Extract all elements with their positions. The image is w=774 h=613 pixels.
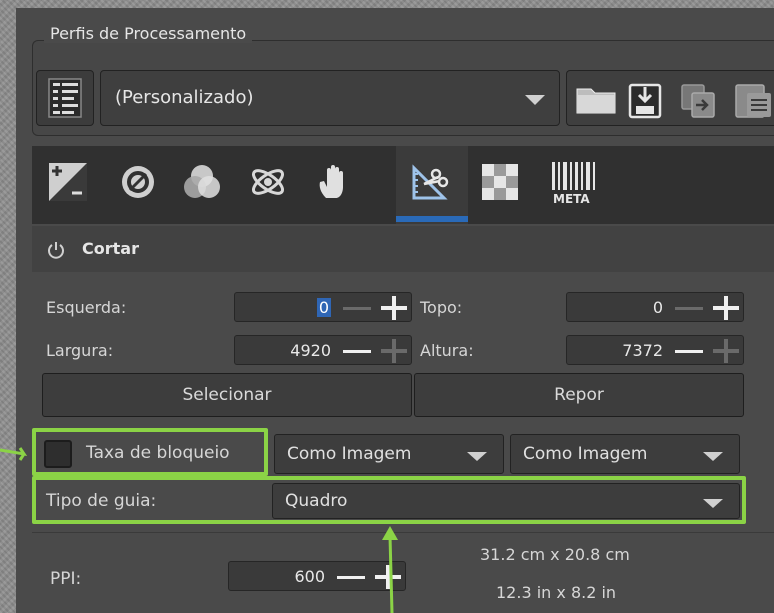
height-spinbox[interactable]: 7372 bbox=[566, 335, 744, 365]
profile-list-icon bbox=[48, 78, 82, 118]
print-size-in: 12.3 in x 8.2 in bbox=[496, 583, 617, 602]
plus-icon-vertical bbox=[724, 339, 728, 363]
minus-icon[interactable] bbox=[343, 350, 371, 353]
ratio-select-2-value: Como Imagem bbox=[523, 444, 648, 464]
left-spinbox[interactable]: 0 bbox=[234, 292, 412, 322]
meta-label: META bbox=[553, 192, 590, 206]
profile-list-button[interactable] bbox=[36, 70, 94, 126]
profile-actions bbox=[566, 70, 774, 126]
color-icon[interactable] bbox=[182, 162, 222, 202]
plus-icon-vertical bbox=[392, 339, 396, 363]
minus-icon[interactable] bbox=[337, 576, 365, 579]
active-tab-indicator bbox=[396, 216, 468, 222]
height-label: Altura: bbox=[420, 341, 474, 360]
minus-icon[interactable] bbox=[675, 307, 703, 310]
chevron-down-icon bbox=[703, 452, 723, 461]
plus-icon-vertical bbox=[392, 296, 396, 320]
lock-ratio-highlight bbox=[32, 428, 268, 476]
open-folder-icon[interactable] bbox=[575, 81, 619, 117]
minus-icon[interactable] bbox=[675, 350, 703, 353]
power-icon[interactable] bbox=[46, 240, 66, 260]
hand-icon[interactable] bbox=[314, 162, 354, 202]
top-spinbox[interactable]: 0 bbox=[566, 292, 744, 322]
width-label: Largura: bbox=[46, 341, 114, 360]
save-profile-icon[interactable] bbox=[627, 81, 663, 119]
crop-section-title: Cortar bbox=[82, 239, 139, 258]
plus-icon-vertical bbox=[724, 296, 728, 320]
ratio-select-2[interactable]: Como Imagem bbox=[510, 434, 740, 474]
annotation-arrow-icon bbox=[0, 447, 28, 461]
paste-profile-icon[interactable] bbox=[733, 81, 773, 119]
copy-profile-icon[interactable] bbox=[679, 81, 719, 119]
left-label: Esquerda: bbox=[46, 298, 127, 317]
reset-button[interactable]: Repor bbox=[414, 373, 744, 417]
width-spinbox[interactable]: 4920 bbox=[234, 335, 412, 365]
transform-icon[interactable] bbox=[410, 162, 450, 202]
profile-select[interactable]: (Personalizado) bbox=[100, 70, 560, 126]
exposure-icon[interactable] bbox=[48, 162, 88, 202]
crop-section-header[interactable] bbox=[32, 226, 774, 272]
advanced-icon[interactable] bbox=[248, 162, 288, 202]
width-value: 4920 bbox=[290, 341, 331, 360]
select-button[interactable]: Selecionar bbox=[42, 373, 412, 417]
left-value: 0 bbox=[316, 298, 331, 317]
chevron-down-icon bbox=[525, 95, 545, 105]
guide-type-highlight bbox=[32, 476, 746, 524]
profile-select-value: (Personalizado) bbox=[115, 87, 254, 108]
chevron-down-icon bbox=[467, 452, 487, 461]
raw-icon[interactable] bbox=[480, 162, 520, 202]
top-value: 0 bbox=[652, 298, 663, 317]
ratio-select-1[interactable]: Como Imagem bbox=[274, 434, 504, 474]
height-value: 7372 bbox=[622, 341, 663, 360]
minus-icon[interactable] bbox=[343, 307, 371, 310]
annotation-arrow-icon bbox=[382, 526, 398, 613]
profiles-group-title: Perfis de Processamento bbox=[44, 24, 253, 43]
top-label: Topo: bbox=[420, 298, 463, 317]
detail-icon[interactable] bbox=[118, 162, 158, 202]
ppi-label: PPI: bbox=[50, 569, 82, 589]
print-size-cm: 31.2 cm x 20.8 cm bbox=[480, 545, 630, 564]
ratio-select-1-value: Como Imagem bbox=[287, 444, 412, 464]
ppi-value: 600 bbox=[294, 567, 325, 586]
